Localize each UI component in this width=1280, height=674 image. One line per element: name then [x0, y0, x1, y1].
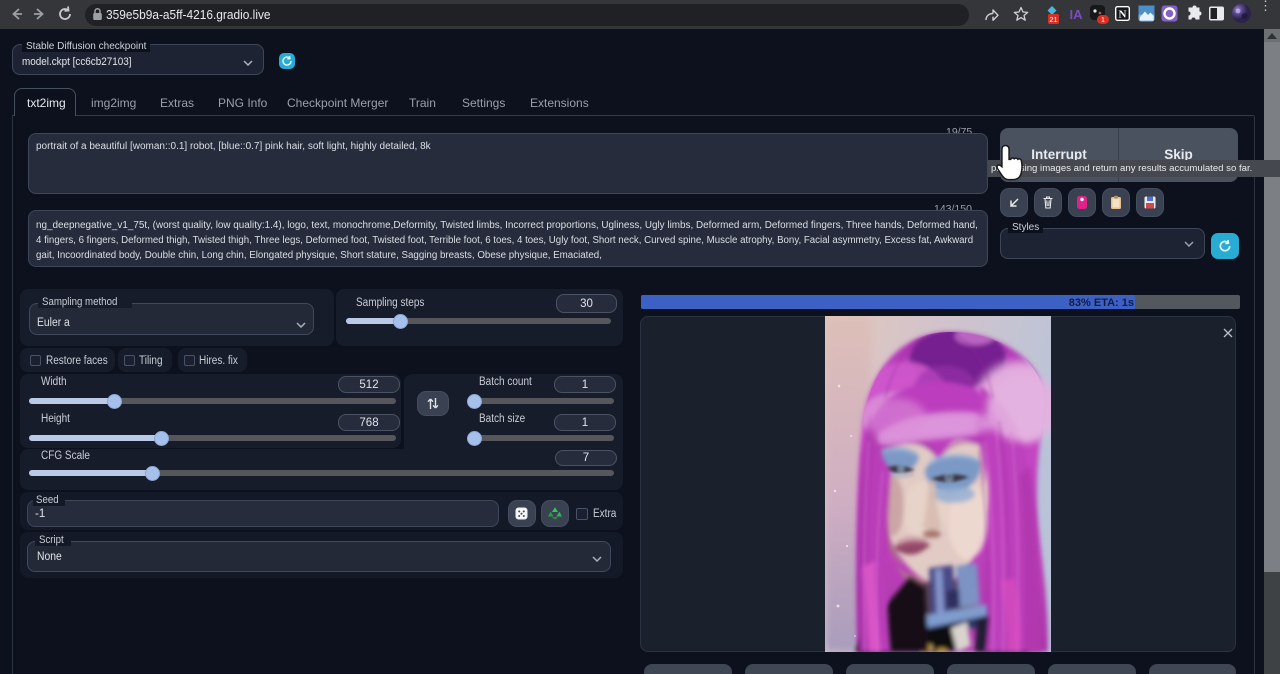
svg-text:IA: IA	[1070, 7, 1084, 22]
svg-text:21: 21	[1049, 15, 1057, 24]
svg-text:1: 1	[1101, 17, 1105, 24]
svg-text:N: N	[1119, 9, 1127, 21]
